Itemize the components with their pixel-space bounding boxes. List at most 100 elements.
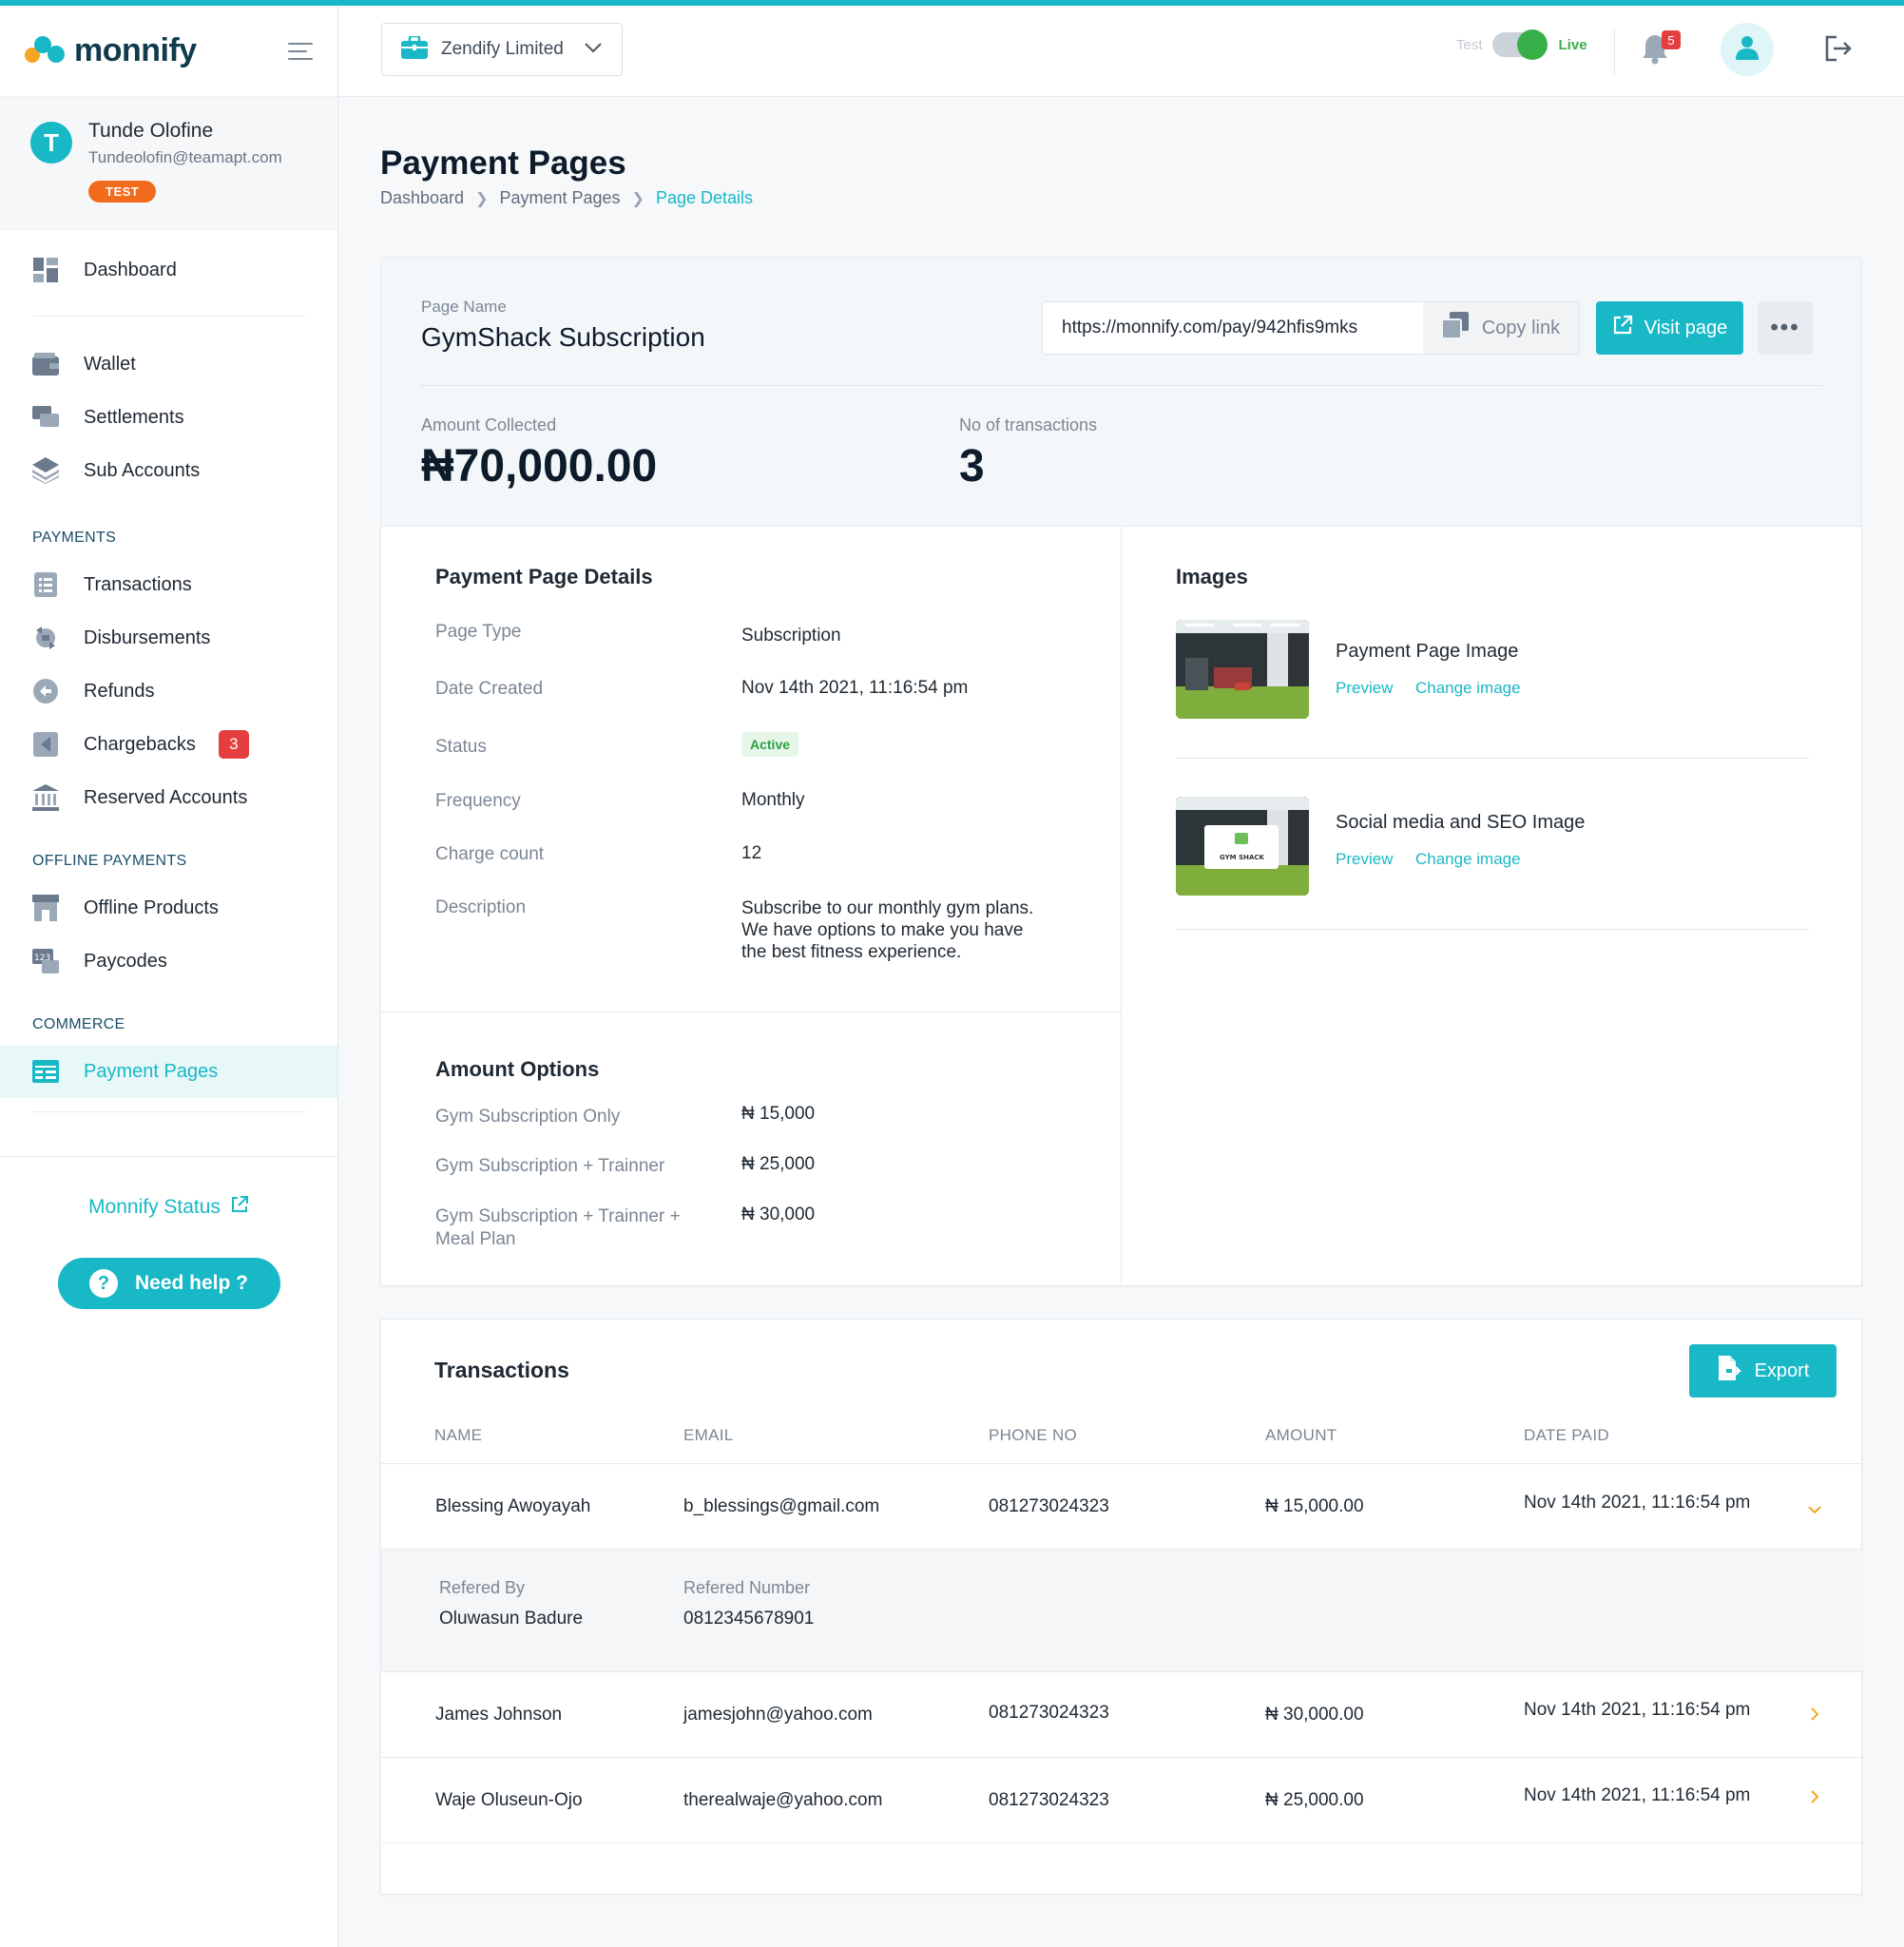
change-image-link[interactable]: Change image bbox=[1415, 679, 1521, 698]
row-name: James Johnson bbox=[435, 1705, 563, 1725]
change-image-link[interactable]: Change image bbox=[1415, 850, 1521, 869]
chargebacks-count-badge: 3 bbox=[218, 730, 249, 759]
image-title: Payment Page Image bbox=[1336, 641, 1519, 662]
logout-icon[interactable] bbox=[1823, 34, 1856, 67]
status-badge: Active bbox=[741, 732, 799, 757]
sidebar-item-label: Settlements bbox=[84, 406, 184, 428]
external-link-icon bbox=[230, 1195, 249, 1220]
preview-link[interactable]: Preview bbox=[1336, 850, 1393, 869]
sidebar-item-payment-pages[interactable]: Payment Pages bbox=[0, 1045, 337, 1098]
sidebar: monnify T Tunde Olofine Tundeolofin@team… bbox=[0, 6, 338, 1947]
list-icon bbox=[32, 571, 59, 598]
divider bbox=[421, 385, 1822, 386]
dashboard-icon bbox=[32, 257, 59, 283]
mode-toggle[interactable]: Test Live bbox=[1456, 29, 1587, 60]
layers-icon bbox=[32, 457, 59, 484]
business-selector[interactable]: Zendify Limited bbox=[381, 23, 623, 76]
chevron-down-icon[interactable] bbox=[1805, 1500, 1824, 1519]
copy-icon bbox=[1440, 312, 1469, 344]
details-card: Payment Page Details Page Type Subscript… bbox=[380, 526, 1862, 1287]
page-name-label: Page Name bbox=[421, 298, 507, 316]
divider bbox=[1176, 929, 1809, 930]
row-email: jamesjohn@yahoo.com bbox=[683, 1705, 873, 1725]
breadcrumb-page-details: Page Details bbox=[655, 188, 754, 207]
switch-knob bbox=[1516, 29, 1548, 60]
column-header-amount[interactable]: AMOUNT bbox=[1265, 1426, 1337, 1445]
payment-page-image-thumbnail[interactable] bbox=[1176, 620, 1309, 719]
chevron-right-icon[interactable] bbox=[1805, 1787, 1824, 1806]
column-header-date-paid[interactable]: DATE PAID bbox=[1524, 1426, 1609, 1445]
row-phone: 081273024323 bbox=[989, 1790, 1109, 1810]
sidebar-item-offline-products[interactable]: Offline Products bbox=[0, 881, 337, 935]
sidebar-item-label: Transactions bbox=[84, 573, 192, 595]
details-heading: Payment Page Details bbox=[435, 565, 653, 588]
sidebar-item-paycodes[interactable]: 123 Paycodes bbox=[0, 935, 337, 988]
divider bbox=[32, 1111, 305, 1112]
images-heading: Images bbox=[1176, 565, 1248, 588]
seo-image-thumbnail[interactable]: GYM SHACK bbox=[1176, 797, 1309, 896]
transactions-heading: Transactions bbox=[434, 1358, 569, 1382]
preview-link[interactable]: Preview bbox=[1336, 679, 1393, 698]
chevron-down-icon bbox=[584, 41, 603, 58]
mode-switch[interactable] bbox=[1491, 29, 1548, 60]
monnify-status-link[interactable]: Monnify Status bbox=[88, 1195, 249, 1220]
wallet-icon bbox=[32, 351, 59, 377]
user-card: T Tunde Olofine Tundeolofin@teamapt.com … bbox=[0, 97, 337, 230]
menu-toggle-icon[interactable] bbox=[288, 42, 313, 60]
column-header-phone[interactable]: PHONE NO bbox=[989, 1426, 1077, 1445]
sidebar-item-sub-accounts[interactable]: Sub Accounts bbox=[0, 444, 337, 497]
sidebar-item-label: Wallet bbox=[84, 353, 136, 375]
refund-icon bbox=[32, 678, 59, 704]
date-created-value: Nov 14th 2021, 11:16:54 pm bbox=[741, 678, 969, 698]
amount-option-value: ₦ 15,000 bbox=[741, 1104, 816, 1124]
breadcrumb: Dashboard ❯ Payment Pages ❯ Page Details bbox=[380, 188, 753, 208]
amount-option-label: Gym Subscription + Trainner + Meal Plan bbox=[435, 1205, 681, 1251]
sidebar-item-chargebacks[interactable]: Chargebacks 3 bbox=[0, 718, 337, 771]
copy-link-button[interactable]: Copy link bbox=[1423, 302, 1579, 354]
referred-by-label: Refered By bbox=[439, 1578, 526, 1597]
row-name: Blessing Awoyayah bbox=[435, 1496, 591, 1516]
question-icon: ? bbox=[88, 1269, 118, 1298]
visit-page-button[interactable]: Visit page bbox=[1596, 301, 1743, 355]
sidebar-item-label: Payment Pages bbox=[84, 1060, 219, 1082]
sidebar-footer: Monnify Status ? Need help ? bbox=[0, 1156, 337, 1309]
sidebar-item-dashboard[interactable]: Dashboard bbox=[0, 243, 337, 297]
section-heading-payments: PAYMENTS bbox=[32, 530, 117, 546]
sidebar-item-disbursements[interactable]: Disbursements bbox=[0, 611, 337, 665]
divider bbox=[1176, 758, 1809, 759]
chevron-right-icon[interactable] bbox=[1805, 1705, 1824, 1724]
sidebar-item-transactions[interactable]: Transactions bbox=[0, 558, 337, 611]
need-help-button[interactable]: ? Need help ? bbox=[57, 1258, 280, 1309]
sidebar-item-label: Dashboard bbox=[84, 259, 177, 280]
more-options-icon[interactable]: ••• bbox=[1758, 301, 1813, 355]
briefcase-icon bbox=[401, 34, 428, 64]
sidebar-item-wallet[interactable]: Wallet bbox=[0, 337, 337, 391]
amount-option-label: Gym Subscription Only bbox=[435, 1107, 621, 1127]
column-header-name[interactable]: NAME bbox=[434, 1426, 482, 1445]
sidebar-item-reserved-accounts[interactable]: Reserved Accounts bbox=[0, 771, 337, 824]
row-phone: 081273024323 bbox=[989, 1496, 1109, 1516]
chargeback-icon bbox=[32, 731, 59, 758]
tx-count-label: No of transactions bbox=[959, 415, 1098, 434]
breadcrumb-payment-pages[interactable]: Payment Pages bbox=[499, 188, 620, 208]
row-date: Nov 14th 2021, 11:16:54 pm bbox=[1524, 1700, 1751, 1720]
profile-button[interactable] bbox=[1721, 23, 1774, 76]
section-heading-commerce: COMMERCE bbox=[32, 1016, 125, 1032]
section-heading-offline-payments: OFFLINE PAYMENTS bbox=[32, 853, 187, 869]
visit-page-label: Visit page bbox=[1644, 317, 1728, 338]
breadcrumb-dashboard[interactable]: Dashboard bbox=[380, 188, 464, 208]
export-button[interactable]: Export bbox=[1689, 1344, 1837, 1398]
sidebar-item-settlements[interactable]: Settlements bbox=[0, 391, 337, 444]
export-file-icon bbox=[1717, 1356, 1741, 1386]
divider bbox=[32, 316, 305, 317]
brand-name: monnify bbox=[74, 32, 197, 68]
top-header: Zendify Limited Test Live 5 bbox=[338, 6, 1904, 97]
avatar: T bbox=[30, 122, 72, 164]
column-header-email[interactable]: EMAIL bbox=[683, 1426, 734, 1445]
sidebar-item-label: Sub Accounts bbox=[84, 459, 201, 481]
tx-count-value: 3 bbox=[959, 441, 985, 492]
description-value: Subscribe to our monthly gym plans. We h… bbox=[741, 897, 1033, 963]
page-url[interactable]: https://monnify.com/pay/942hfis9mks bbox=[1043, 302, 1423, 354]
user-icon bbox=[1736, 35, 1759, 65]
sidebar-item-refunds[interactable]: Refunds bbox=[0, 665, 337, 718]
